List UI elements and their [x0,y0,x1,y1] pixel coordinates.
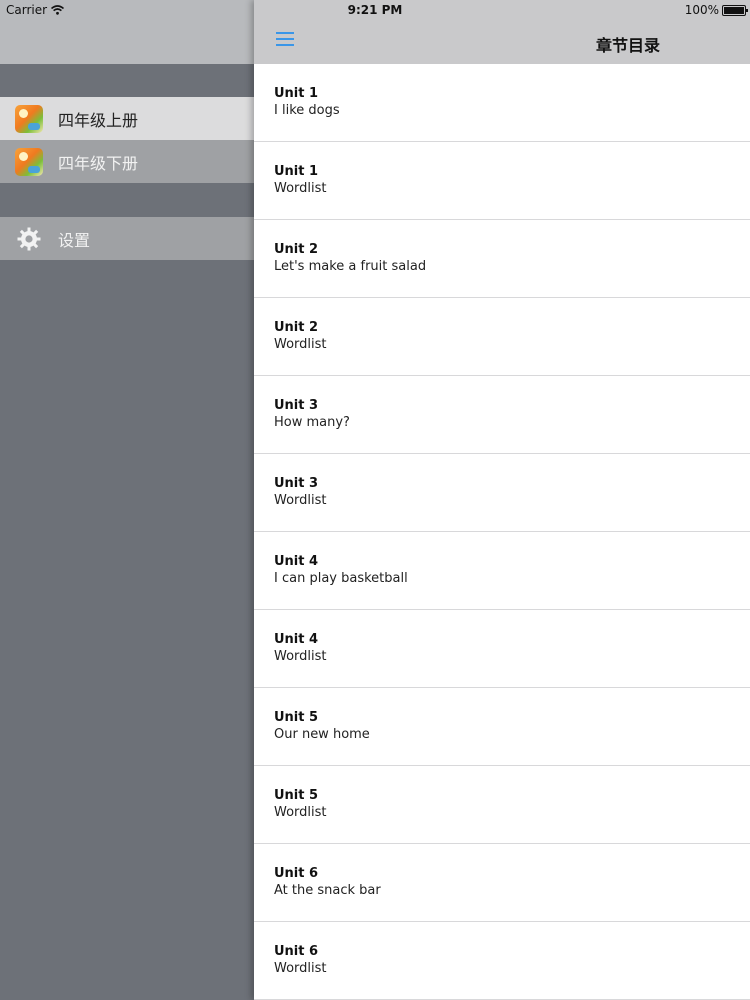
drawer-item-settings[interactable]: 设置 [0,217,254,260]
chapter-title: How many? [274,415,350,430]
chapter-row[interactable]: Unit 2 Wordlist [254,298,750,376]
chapter-row[interactable]: Unit 4 I can play basketball [254,532,750,610]
chapter-title: Wordlist [274,493,327,508]
chapter-row[interactable]: Unit 1 I like dogs [254,64,750,142]
gear-icon [15,225,43,253]
chapter-title: Wordlist [274,181,327,196]
status-time: 9:21 PM [347,3,403,17]
chapter-title: Wordlist [274,805,327,820]
chapter-unit: Unit 4 [274,554,319,569]
status-right: 100% [684,3,748,17]
chapter-unit: Unit 6 [274,944,319,959]
page-title: 章节目录 [596,36,661,55]
chapter-title: Wordlist [274,649,327,664]
battery-percent: 100% [684,3,719,17]
drawer-item-label: 设置 [58,230,91,250]
chapter-row[interactable]: Unit 5 Our new home [254,688,750,766]
chapter-unit: Unit 2 [274,242,319,257]
chapter-row[interactable]: Unit 3 Wordlist [254,454,750,532]
chapter-unit: Unit 2 [274,320,319,335]
status-bar: Carrier 9:21 PM 100% [0,0,750,22]
chapter-title: I like dogs [274,103,340,118]
chapter-title: Our new home [274,727,370,742]
chapter-row[interactable]: Unit 4 Wordlist [254,610,750,688]
chapter-title: Wordlist [274,961,327,976]
chapter-title: Let's make a fruit salad [274,259,427,274]
chapter-row[interactable]: Unit 3 How many? [254,376,750,454]
chapter-unit: Unit 4 [274,632,319,647]
book-cover-icon [15,104,43,133]
chapter-row[interactable]: Unit 6 Wordlist [254,922,750,1000]
drawer-item-label: 四年级上册 [58,110,139,130]
drawer-item-label: 四年级下册 [58,153,139,173]
chapter-row[interactable]: Unit 2 Let's make a fruit salad [254,220,750,298]
chapter-unit: Unit 1 [274,164,319,179]
chapter-unit: Unit 3 [274,476,319,491]
book-cover-icon [15,147,43,176]
chapter-unit: Unit 5 [274,788,319,803]
chapter-title: I can play basketball [274,571,408,586]
chapter-panel: Unit 1 I like dogs Unit 1 Wordlist Unit … [254,0,750,1000]
hamburger-icon[interactable] [276,32,294,46]
chapter-title: At the snack bar [274,883,381,898]
drawer-item-book-1[interactable]: 四年级上册 [0,97,254,140]
chapter-unit: Unit 6 [274,866,319,881]
chapter-row[interactable]: Unit 6 At the snack bar [254,844,750,922]
side-drawer: 四年级上册 四年级下册 设置 [0,0,254,1000]
chapter-row[interactable]: Unit 1 Wordlist [254,142,750,220]
chapter-list: Unit 1 I like dogs Unit 1 Wordlist Unit … [254,64,750,1000]
chapter-title: Wordlist [274,337,327,352]
chapter-unit: Unit 3 [274,398,319,413]
battery-icon [722,4,748,16]
chapter-row[interactable]: Unit 5 Wordlist [254,766,750,844]
drawer-item-book-2[interactable]: 四年级下册 [0,140,254,183]
chapter-unit: Unit 5 [274,710,319,725]
chapter-unit: Unit 1 [274,86,319,101]
